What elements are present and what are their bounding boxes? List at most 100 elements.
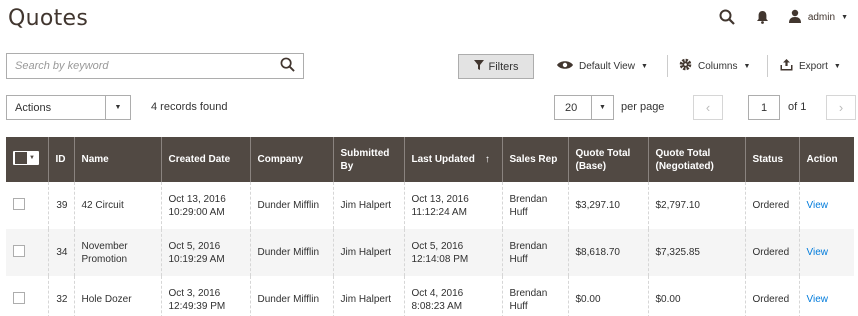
cell-action: View (798, 182, 854, 229)
default-view-label: Default View (579, 60, 635, 72)
records-found: 4 records found (151, 101, 228, 113)
table-row[interactable]: 34 November Promotion Oct 5, 2016 10:19:… (6, 229, 854, 276)
bell-icon[interactable] (752, 6, 774, 28)
chevron-down-icon: ▼ (591, 96, 613, 119)
view-link[interactable]: View (807, 200, 829, 211)
chevron-down-icon: ▼ (833, 62, 841, 70)
filters-label: Filters (488, 60, 519, 73)
cell-company: Dunder Mifflin (249, 182, 333, 229)
mass-select-checkbox[interactable]: ▼ (13, 151, 39, 165)
per-page-value: 20 (565, 101, 578, 114)
keyword-search (6, 53, 304, 79)
cell-action: View (798, 229, 854, 276)
cell-total-negotiated: $2,797.10 (647, 182, 745, 229)
sort-ascending-icon: ↑ (484, 154, 490, 165)
filter-icon (473, 60, 484, 73)
current-page-input[interactable] (748, 95, 780, 120)
mass-actions-select[interactable]: Actions ▼ (6, 95, 131, 120)
chevron-down-icon: ▼ (640, 62, 648, 70)
column-header-quote-total-base[interactable]: Quote Total (Base) (567, 137, 648, 182)
cell-submitted-by: Jim Halpert (332, 276, 404, 316)
grid-header-row: ▼ ID Name Created Date Company Submitted… (6, 137, 854, 182)
cell-created-date: Oct 5, 2016 10:19:29 AM (160, 229, 250, 276)
row-checkbox[interactable] (13, 197, 25, 210)
column-header-last-updated[interactable]: Last Updated ↑ (403, 137, 502, 182)
cell-submitted-by: Jim Halpert (332, 182, 404, 229)
export-dropdown[interactable]: Export ▼ (780, 56, 841, 76)
cell-status: Ordered (744, 276, 799, 316)
header-actions: admin ▼ (716, 6, 848, 28)
cell-total-base: $0.00 (567, 276, 648, 316)
global-search-icon[interactable] (716, 6, 738, 28)
column-header-sales-rep[interactable]: Sales Rep (501, 137, 568, 182)
view-link[interactable]: View (807, 294, 829, 305)
page-count: of 1 (788, 101, 807, 113)
columns-label: Columns (698, 60, 738, 72)
user-icon (788, 9, 802, 26)
row-checkbox-cell (6, 229, 48, 276)
row-checkbox[interactable] (13, 291, 25, 304)
last-updated-label: Last Updated (411, 154, 475, 165)
mass-select-header[interactable]: ▼ (6, 137, 48, 182)
search-icon[interactable] (280, 57, 295, 75)
cell-id: 34 (47, 229, 74, 276)
per-page-label: per page (621, 101, 665, 113)
page-title: Quotes (8, 6, 89, 31)
column-header-submitted-by[interactable]: Submitted By (332, 137, 404, 182)
cell-name: Hole Dozer (73, 276, 161, 316)
cell-status: Ordered (744, 229, 799, 276)
cell-id: 39 (47, 182, 74, 229)
filters-button[interactable]: Filters (458, 54, 534, 79)
column-header-created-date[interactable]: Created Date (160, 137, 250, 182)
view-link[interactable]: View (807, 247, 829, 258)
table-row[interactable]: 39 42 Circuit Oct 13, 2016 10:29:00 AM D… (6, 182, 854, 229)
admin-username: admin (807, 11, 836, 23)
cell-total-negotiated: $0.00 (647, 276, 745, 316)
cell-submitted-by: Jim Halpert (332, 229, 404, 276)
chevron-down-icon: ▼ (743, 62, 751, 70)
cell-last-updated: Oct 4, 2016 8:08:23 AM (403, 276, 502, 316)
row-checkbox[interactable] (13, 244, 25, 257)
cell-created-date: Oct 13, 2016 10:29:00 AM (160, 182, 250, 229)
cell-last-updated: Oct 5, 2016 12:14:08 PM (403, 229, 502, 276)
previous-page-button[interactable]: ‹ (693, 95, 723, 120)
actions-label: Actions (15, 101, 52, 114)
eye-icon (557, 60, 573, 73)
chevron-right-icon: › (838, 100, 844, 115)
toolbar-divider (667, 55, 668, 77)
cell-sales-rep: Brendan Huff (501, 182, 568, 229)
per-page-select[interactable]: 20 ▼ (554, 95, 614, 120)
default-view-dropdown[interactable]: Default View ▼ (557, 56, 648, 76)
column-header-status[interactable]: Status (744, 137, 799, 182)
cell-total-base: $3,297.10 (567, 182, 648, 229)
column-header-name[interactable]: Name (73, 137, 161, 182)
column-header-quote-total-negotiated[interactable]: Quote Total (Negotiated) (647, 137, 745, 182)
admin-menu[interactable]: admin ▼ (788, 9, 848, 26)
columns-dropdown[interactable]: Columns ▼ (679, 56, 750, 76)
toolbar-divider (767, 55, 768, 77)
cell-sales-rep: Brendan Huff (501, 229, 568, 276)
search-input[interactable] (15, 60, 280, 72)
cell-company: Dunder Mifflin (249, 276, 333, 316)
chevron-left-icon: ‹ (705, 100, 711, 115)
cell-action: View (798, 276, 854, 316)
cell-company: Dunder Mifflin (249, 229, 333, 276)
cell-name: 42 Circuit (73, 182, 161, 229)
table-row[interactable]: 32 Hole Dozer Oct 3, 2016 12:49:39 PM Du… (6, 276, 854, 316)
row-checkbox-cell (6, 182, 48, 229)
cell-last-updated: Oct 13, 2016 11:12:24 AM (403, 182, 502, 229)
cell-status: Ordered (744, 182, 799, 229)
quotes-grid: ▼ ID Name Created Date Company Submitted… (6, 137, 854, 316)
row-checkbox-cell (6, 276, 48, 316)
export-icon (780, 58, 793, 74)
column-header-company[interactable]: Company (249, 137, 333, 182)
cell-id: 32 (47, 276, 74, 316)
cell-total-negotiated: $7,325.85 (647, 229, 745, 276)
chevron-down-icon: ▼ (841, 13, 848, 21)
chevron-down-icon: ▼ (105, 96, 130, 119)
column-header-action: Action (798, 137, 854, 182)
gear-icon (679, 58, 692, 74)
next-page-button[interactable]: › (826, 95, 856, 120)
column-header-id[interactable]: ID (47, 137, 74, 182)
cell-created-date: Oct 3, 2016 12:49:39 PM (160, 276, 250, 316)
